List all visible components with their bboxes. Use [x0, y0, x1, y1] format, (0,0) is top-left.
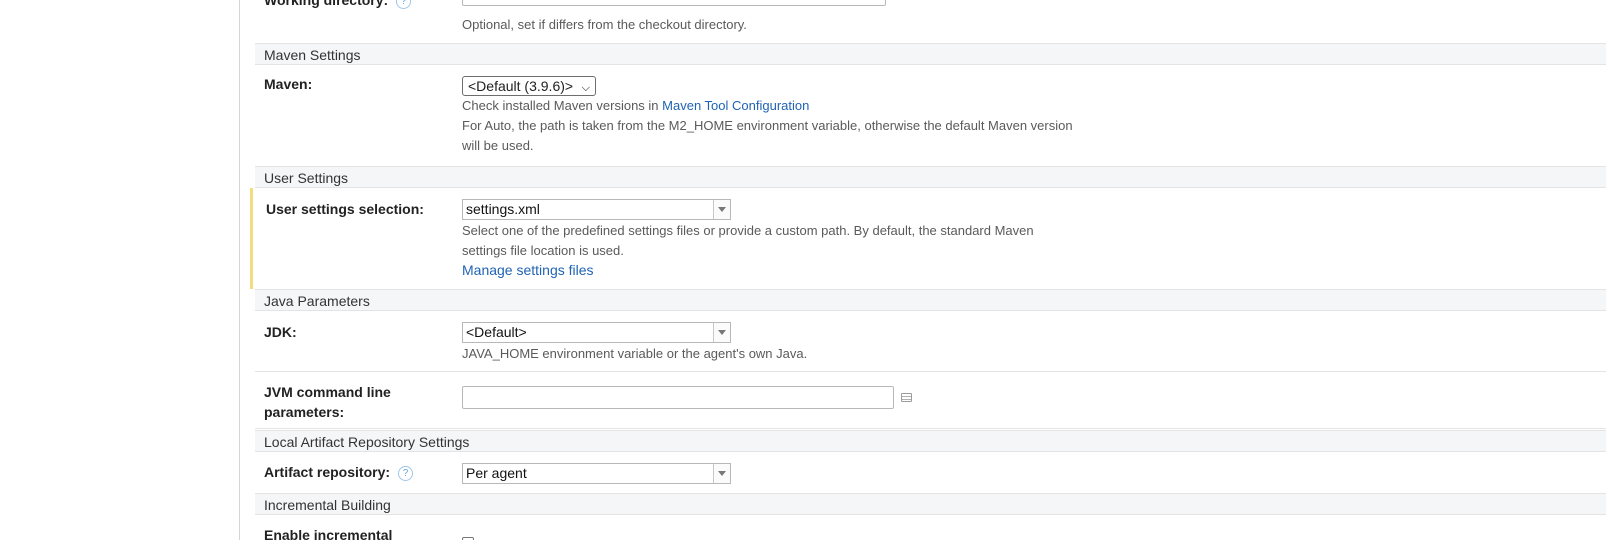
- maven-tool-configuration-link[interactable]: Maven Tool Configuration: [662, 98, 809, 113]
- user-settings-row: User settings selection: settings.xml Se…: [250, 188, 1606, 290]
- maven-settings-section-header: Maven Settings: [255, 43, 1606, 65]
- help-icon[interactable]: ?: [396, 0, 412, 9]
- maven-version-select[interactable]: <Default (3.9.6)> ⌵: [462, 76, 596, 96]
- chevron-down-icon[interactable]: [713, 464, 730, 483]
- manage-settings-files-link[interactable]: Manage settings files: [462, 261, 594, 281]
- incremental-label: Enable incremental: [264, 527, 393, 540]
- user-settings-section-header: User Settings: [255, 166, 1606, 188]
- jvm-parameters-textarea[interactable]: [462, 386, 894, 409]
- modified-indicator: [250, 188, 253, 289]
- working-directory-input[interactable]: [462, 0, 886, 6]
- user-settings-hint: Select one of the predefined settings fi…: [462, 223, 1034, 258]
- incremental-building-section-header: Incremental Building: [255, 493, 1606, 515]
- maven-tool-hint-text: Check installed Maven versions in: [462, 98, 663, 113]
- jdk-selected: <Default>: [466, 324, 527, 340]
- user-settings-selected: settings.xml: [466, 201, 540, 217]
- incremental-row: Enable incremental: [255, 515, 1606, 540]
- jdk-hint: JAVA_HOME environment variable or the ag…: [462, 346, 808, 361]
- maven-auto-hint: For Auto, the path is taken from the M2_…: [462, 118, 1073, 153]
- java-parameters-section-header: Java Parameters: [255, 289, 1606, 311]
- artifact-repository-row: Artifact repository:? Per agent: [255, 452, 1606, 494]
- maven-version-selected: <Default (3.9.6)>: [468, 78, 574, 94]
- working-directory-row: Working directory:? Optional, set if dif…: [255, 0, 1606, 44]
- jvm-parameters-row: JVM command line parameters:: [255, 371, 1606, 429]
- left-sidebar-panel: [0, 0, 240, 540]
- help-icon[interactable]: ?: [398, 465, 414, 481]
- artifact-repository-label: Artifact repository:?: [264, 462, 414, 482]
- user-settings-label: User settings selection:: [266, 201, 424, 217]
- artifact-repository-selected: Per agent: [466, 465, 527, 481]
- working-directory-label-text: Working directory:: [264, 0, 389, 8]
- artifact-repository-label-text: Artifact repository:: [264, 464, 391, 480]
- chevron-down-icon[interactable]: [713, 323, 730, 342]
- chevron-down-icon: ⌵: [581, 82, 590, 94]
- build-step-settings-form: Working directory:? Optional, set if dif…: [250, 0, 1606, 540]
- working-directory-hint: Optional, set if differs from the checko…: [462, 17, 747, 32]
- list-icon[interactable]: [901, 393, 912, 402]
- maven-label: Maven:: [264, 76, 313, 92]
- jdk-row: JDK: <Default> JAVA_HOME environment var…: [255, 311, 1606, 372]
- jdk-combobox[interactable]: <Default>: [462, 322, 731, 343]
- chevron-down-icon[interactable]: [713, 200, 730, 219]
- maven-tool-hint: Check installed Maven versions in Maven …: [462, 96, 1082, 116]
- artifact-repository-combobox[interactable]: Per agent: [462, 463, 731, 484]
- maven-row: Maven: <Default (3.9.6)> ⌵ Check install…: [255, 65, 1606, 167]
- working-directory-label: Working directory:?: [264, 0, 412, 10]
- user-settings-combobox[interactable]: settings.xml: [462, 199, 731, 220]
- jvm-parameters-label: JVM command line parameters:: [264, 384, 391, 420]
- jdk-label: JDK:: [264, 324, 297, 340]
- local-artifact-section-header: Local Artifact Repository Settings: [255, 430, 1606, 452]
